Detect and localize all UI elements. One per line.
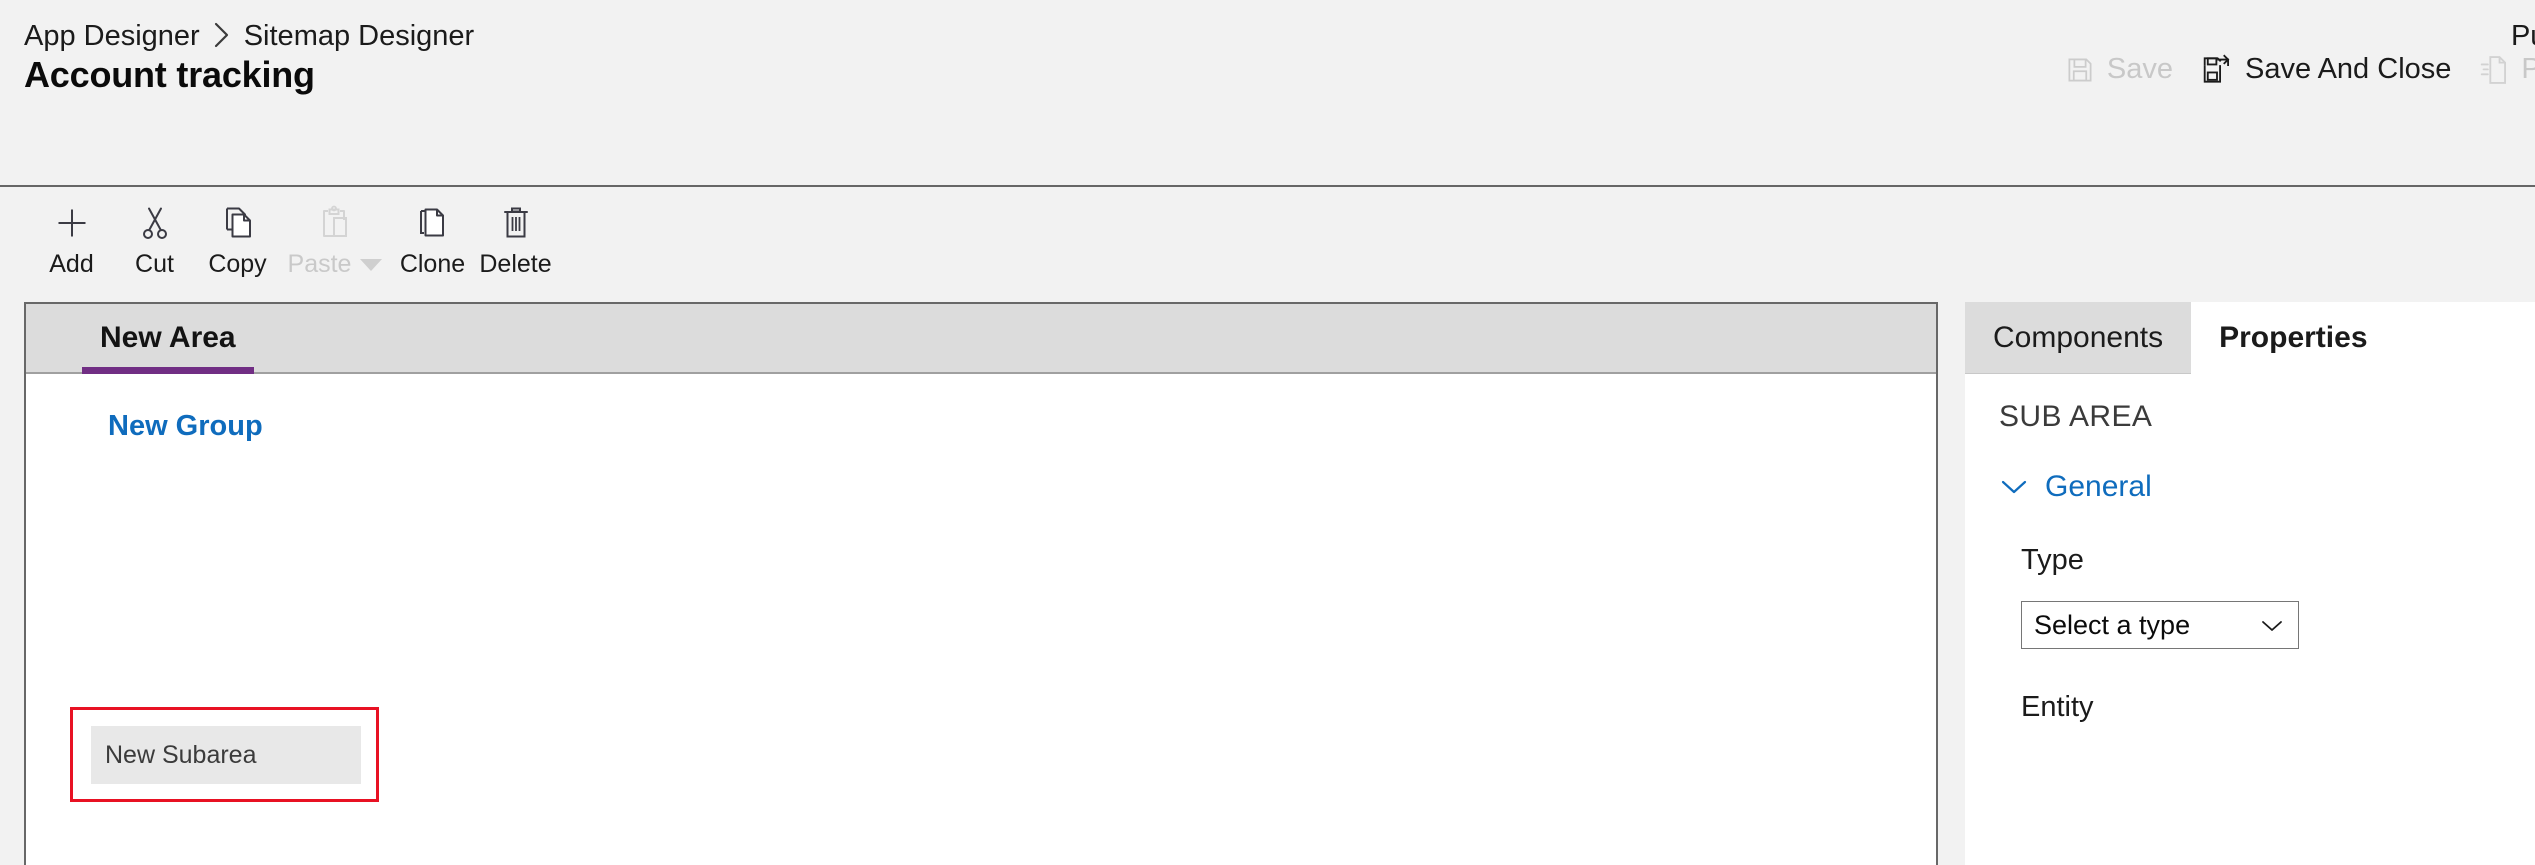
designer-toolbar: Add Cut Copy Paste Clone Delete (0, 187, 2535, 302)
clone-icon (416, 203, 450, 243)
clone-button-label: Clone (399, 250, 466, 278)
tab-properties-label: Properties (2219, 321, 2368, 354)
sitemap-canvas: New Area New Group New Subarea (24, 302, 1938, 865)
breadcrumb: App Designer Sitemap Designer (24, 20, 474, 53)
field-entity: Entity (1965, 693, 2535, 722)
save-and-close-icon (2201, 54, 2233, 86)
command-bar: Save Save And Close P (2051, 47, 2535, 92)
field-type-label: Type (2021, 544, 2084, 576)
subarea-tile[interactable]: New Subarea (91, 726, 361, 784)
chevron-down-icon (1999, 477, 2029, 497)
save-button[interactable]: Save (2051, 47, 2187, 92)
group-new-group: New Group (84, 412, 263, 441)
clone-button[interactable]: Clone (391, 197, 474, 277)
cut-button-label: Cut (135, 250, 174, 278)
field-entity-label: Entity (2021, 691, 2094, 723)
field-type: Type Select a type (1965, 546, 2535, 649)
group-title[interactable]: New Group (108, 412, 263, 441)
app-header: App Designer Sitemap Designer Account tr… (0, 0, 2535, 187)
trash-icon (500, 203, 532, 243)
add-button-label: Add (49, 250, 94, 278)
area-tab-label: New Area (100, 321, 236, 354)
tab-components-label: Components (1993, 320, 2164, 354)
panel-tab-strip: Components Properties (1965, 302, 2535, 374)
breadcrumb-item-app-designer[interactable]: App Designer (24, 20, 200, 53)
publish-icon (2479, 54, 2509, 86)
tab-properties[interactable]: Properties (2191, 302, 2396, 374)
canvas-body: New Group New Subarea (26, 374, 1936, 865)
copy-button-label: Copy (208, 250, 267, 278)
area-tab-strip: New Area (26, 304, 1936, 374)
breadcrumb-item-sitemap-designer[interactable]: Sitemap Designer (244, 20, 475, 53)
panel-body: SUB AREA General Type Select a type Enti… (1965, 374, 2535, 722)
section-header-general[interactable]: General (1965, 472, 2535, 502)
properties-panel: Components Properties SUB AREA General T… (1965, 302, 2535, 865)
delete-button[interactable]: Delete (474, 197, 557, 277)
section-title-general: General (2045, 470, 2152, 503)
subarea-label: New Subarea (105, 740, 257, 769)
save-and-close-button-label: Save And Close (2245, 53, 2452, 85)
save-icon (2065, 55, 2095, 85)
copy-icon (221, 203, 255, 243)
save-and-close-button[interactable]: Save And Close (2187, 47, 2465, 92)
add-button[interactable]: Add (30, 197, 113, 277)
plus-icon (54, 203, 90, 243)
save-button-label: Save (2106, 53, 2174, 85)
page-title: Account tracking (24, 54, 315, 95)
tab-components[interactable]: Components (1965, 302, 2192, 374)
workspace: New Area New Group New Subarea Component… (0, 302, 2535, 865)
chevron-down-icon[interactable] (360, 258, 383, 271)
copy-button[interactable]: Copy (196, 197, 279, 277)
publish-button[interactable]: Pub (2465, 47, 2535, 92)
paste-button-label: Paste (288, 252, 383, 277)
panel-heading: SUB AREA (1999, 400, 2153, 433)
paste-button[interactable]: Paste (279, 197, 391, 277)
type-select[interactable]: Select a type (2021, 601, 2299, 649)
paste-label-text: Paste (287, 250, 352, 278)
clipboard-icon (318, 203, 352, 243)
area-tab-new-area[interactable]: New Area (82, 304, 254, 374)
type-select-value: Select a type (2034, 609, 2191, 640)
chevron-down-icon (2260, 610, 2284, 641)
chevron-right-icon (213, 21, 231, 53)
delete-button-label: Delete (479, 250, 552, 278)
publish-button-label: Pub (2521, 53, 2535, 85)
scissors-icon (138, 203, 172, 243)
cut-button[interactable]: Cut (113, 197, 196, 277)
